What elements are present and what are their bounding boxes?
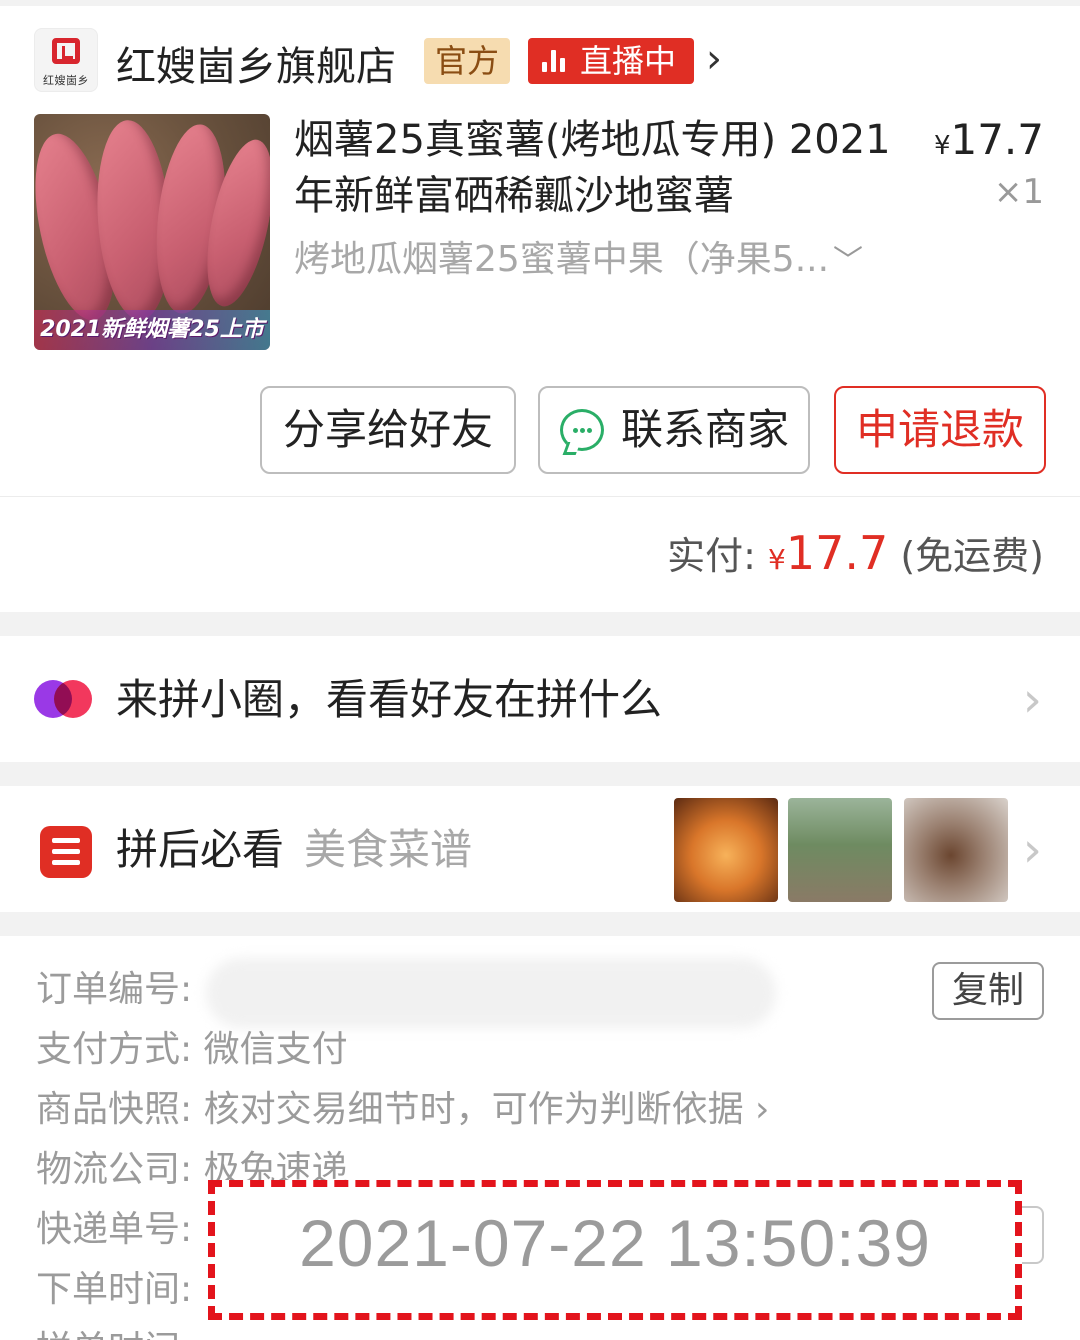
product-spec-text: 烤地瓜烟薯25蜜薯中果（净果5...	[294, 239, 830, 280]
snapshot-row[interactable]: 商品快照: 核对交易细节时，可作为判断依据 ›	[36, 1080, 769, 1140]
pay-method-label: 支付方式:	[36, 1029, 193, 1070]
order-time-highlight: 2021-07-22 13:50:39	[208, 1180, 1022, 1320]
copy-button[interactable]: 复制	[932, 962, 1044, 1020]
recipe-title: 拼后必看	[116, 825, 285, 874]
order-time-value: 2021-07-22 13:50:39	[299, 1206, 931, 1280]
logistics-label: 物流公司:	[36, 1149, 193, 1190]
product-spec[interactable]: 烤地瓜烟薯25蜜薯中果（净果5... ﹀	[294, 236, 863, 286]
friend-circle-icon	[34, 680, 92, 718]
tracking-row: 快递单号:	[36, 1200, 192, 1260]
product-image-caption: 2021新鲜烟薯25上市	[34, 310, 270, 350]
product-title-line1: 烟薯25真蜜薯(烤地瓜专用) 2021	[294, 117, 891, 163]
snapshot-value: 核对交易细节时，可作为判断依据 ›	[203, 1089, 770, 1130]
store-header[interactable]: 红嫂崮乡 红嫂崮乡旗舰店 官方 直播中 ›	[0, 22, 1080, 94]
recipe-thumbnail[interactable]	[674, 798, 778, 902]
product-title[interactable]: 烟薯25真蜜薯(烤地瓜专用) 2021 年新鲜富硒稀瓤沙地蜜薯	[294, 112, 914, 224]
snapshot-label: 商品快照:	[36, 1089, 193, 1130]
paid-amount: 17.7	[785, 526, 889, 580]
section-gap	[0, 762, 1080, 786]
product-quantity: ×1	[993, 172, 1044, 212]
divider	[0, 496, 1080, 497]
live-badge[interactable]: 直播中	[528, 38, 694, 84]
price-value: 17.7	[950, 115, 1044, 164]
section-gap	[0, 912, 1080, 936]
friend-circle-row[interactable]: 来拼小圈，看看好友在拼什么 ›	[0, 636, 1080, 762]
chat-icon	[560, 409, 604, 451]
store-logo-mark-icon	[52, 38, 80, 64]
order-number-redacted	[206, 958, 776, 1028]
contact-seller-button[interactable]: 联系商家	[538, 386, 810, 474]
chevron-right-icon: ›	[1022, 672, 1042, 728]
product-image[interactable]: 2021新鲜烟薯25上市	[34, 114, 270, 350]
store-logo: 红嫂崮乡	[34, 28, 98, 92]
chevron-right-icon[interactable]: ›	[706, 36, 722, 82]
top-divider-strip	[0, 0, 1080, 6]
order-time-row: 下单时间:	[36, 1260, 192, 1320]
recipe-thumbnail[interactable]	[788, 798, 892, 902]
pay-method-row: 支付方式: 微信支付	[36, 1020, 348, 1080]
paid-label: 实付:	[667, 534, 756, 578]
store-name[interactable]: 红嫂崮乡旗舰店	[116, 34, 396, 92]
tracking-label: 快递单号:	[36, 1209, 193, 1250]
contact-seller-label: 联系商家	[620, 405, 789, 454]
product-price: ¥17.7	[934, 112, 1044, 174]
chevron-down-icon: ﹀	[833, 244, 864, 279]
recipe-subtitle: 美食菜谱	[304, 825, 473, 874]
group-time-row: 拼单时间:	[36, 1320, 192, 1340]
live-badge-label: 直播中	[580, 42, 677, 80]
product-title-line2: 年新鲜富硒稀瓤沙地蜜薯	[294, 173, 734, 219]
section-gap	[0, 612, 1080, 636]
official-badge: 官方	[424, 38, 510, 84]
order-number-label: 订单编号:	[36, 969, 193, 1010]
recipe-row[interactable]: 拼后必看 美食菜谱 ›	[0, 786, 1080, 912]
refund-button[interactable]: 申请退款	[834, 386, 1046, 474]
recipe-thumbnail[interactable]	[904, 798, 1008, 902]
paid-symbol: ¥	[768, 543, 786, 576]
pay-method-value: 微信支付	[203, 1029, 348, 1070]
shipping-note: (免运费)	[900, 534, 1044, 578]
recipe-list-icon	[40, 826, 92, 878]
paid-amount-row: 实付: ¥17.7 (免运费)	[667, 526, 1044, 587]
price-symbol: ¥	[933, 131, 951, 161]
order-time-label: 下单时间:	[36, 1269, 193, 1310]
share-button[interactable]: 分享给好友	[260, 386, 516, 474]
chevron-right-icon: ›	[1022, 822, 1042, 878]
order-number-row: 订单编号:	[36, 960, 192, 1020]
group-time-label: 拼单时间:	[36, 1329, 192, 1340]
store-logo-text: 红嫂崮乡	[43, 74, 89, 87]
live-bars-icon	[542, 50, 568, 72]
friend-circle-text: 来拼小圈，看看好友在拼什么	[116, 675, 663, 724]
